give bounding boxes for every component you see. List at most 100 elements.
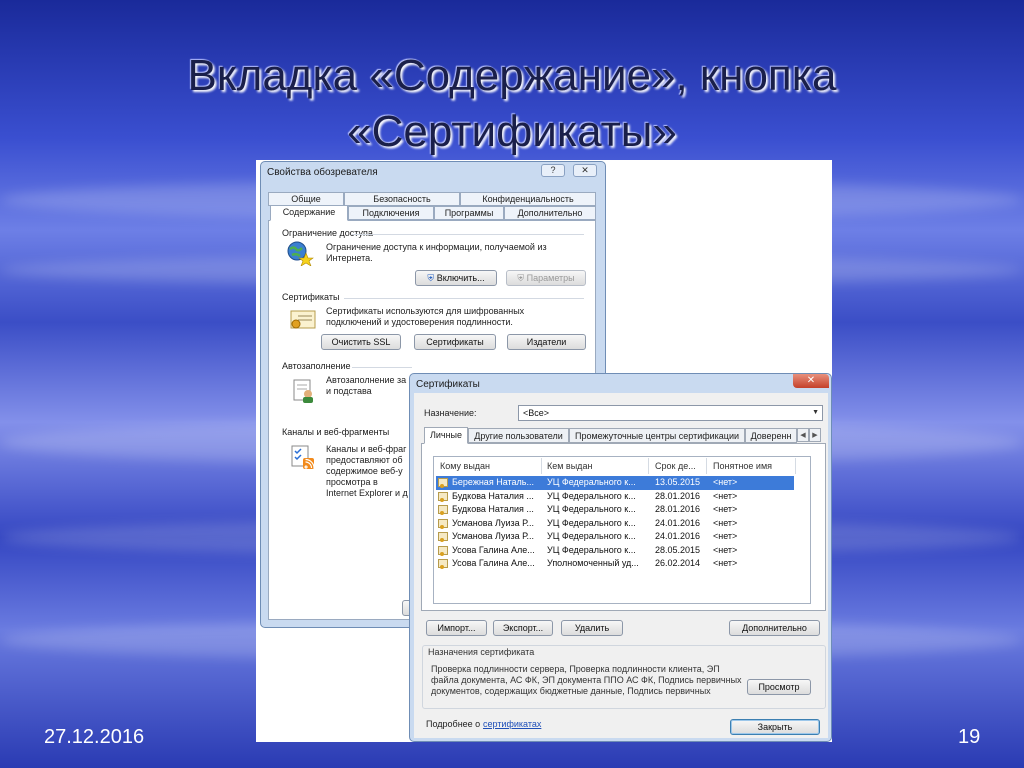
table-row[interactable]: Усманова Луиза Р... УЦ Федерального к... 2… bbox=[436, 517, 794, 531]
feeds-text-line2: предоставляют об bbox=[326, 455, 403, 465]
purposes-heading: Назначения сертификата bbox=[428, 647, 535, 657]
table-row[interactable]: Бережная Наталь... УЦ Федерального к... 13… bbox=[436, 476, 794, 490]
feeds-text-line4: просмотра в bbox=[326, 477, 378, 487]
purpose-label: Назначение: bbox=[424, 408, 477, 418]
table-row[interactable]: Будкова Наталия ... УЦ Федерального к... 2… bbox=[436, 490, 794, 504]
certificates-button[interactable]: Сертификаты bbox=[414, 334, 496, 350]
clear-ssl-button[interactable]: Очистить SSL bbox=[321, 334, 401, 350]
table-row[interactable]: Усова Галина Але... Уполномоченный уд... 2… bbox=[436, 557, 794, 571]
slide-number: 19 bbox=[958, 726, 981, 748]
autofill-text: Автозаполнение за и подстава bbox=[326, 375, 406, 397]
slide-date: 27.12.2016 bbox=[44, 726, 145, 748]
certificate-icon bbox=[290, 310, 316, 329]
tab-scroll-right-icon[interactable]: ▶ bbox=[809, 428, 821, 442]
slide-title: Вкладка «Содержание», кнопка «Сертификат… bbox=[0, 48, 1024, 160]
row-cell-name: <нет> bbox=[713, 490, 738, 501]
row-cell-name: <нет> bbox=[713, 531, 738, 541]
purpose-select-value: <Все> bbox=[523, 408, 550, 418]
row-cell-to: Будкова Наталия ... bbox=[452, 490, 534, 501]
column-friendly-name[interactable]: Понятное имя bbox=[713, 461, 772, 471]
tab-security[interactable]: Безопасность bbox=[344, 192, 460, 206]
column-issued-to[interactable]: Кому выдан bbox=[440, 461, 490, 471]
certificate-icon bbox=[438, 559, 448, 569]
divider bbox=[344, 298, 584, 299]
row-cell-name: <нет> bbox=[713, 477, 738, 487]
view-button[interactable]: Просмотр bbox=[747, 679, 811, 695]
access-text: Ограничение доступа к информации, получа… bbox=[326, 242, 547, 264]
row-cell-by: УЦ Федерального к... bbox=[547, 517, 636, 528]
certificate-icon bbox=[438, 505, 448, 515]
table-row[interactable]: Усова Галина Але... УЦ Федерального к... 2… bbox=[436, 544, 794, 558]
shield-icon: ⛨ bbox=[517, 273, 525, 283]
export-button[interactable]: Экспорт... bbox=[493, 620, 553, 636]
certificates-heading: Сертификаты bbox=[282, 292, 340, 302]
purposes-text-line2: файла документа, АС ФК, ЭП документа ППО… bbox=[431, 675, 742, 685]
close-button[interactable]: ✕ bbox=[793, 374, 829, 388]
purposes-text-line1: Проверка подлинности сервера, Проверка п… bbox=[431, 664, 720, 674]
tab-trusted[interactable]: Доверенн bbox=[745, 428, 797, 443]
row-cell-exp: 28.05.2015 bbox=[655, 544, 701, 555]
certificate-icon bbox=[438, 491, 448, 502]
more-info: Подробнее о bbox=[426, 719, 480, 730]
parameters-button-label: Параметры bbox=[526, 273, 575, 283]
column-separator bbox=[648, 458, 649, 474]
tab-other-people[interactable]: Другие пользователи bbox=[468, 428, 569, 443]
table-row[interactable]: Будкова Наталия ... УЦ Федерального к... 2… bbox=[436, 503, 794, 517]
delete-button[interactable]: Удалить bbox=[561, 620, 623, 636]
column-separator bbox=[706, 458, 707, 474]
parameters-button[interactable]: ⛨ Параметры bbox=[506, 270, 586, 286]
column-separator bbox=[795, 458, 796, 474]
certificates-link[interactable]: сертификатах bbox=[483, 719, 541, 729]
autofill-icon bbox=[293, 379, 313, 403]
row-cell-to: Усманова Луиза Р... bbox=[452, 531, 534, 541]
close-button[interactable]: ✕ bbox=[573, 164, 597, 177]
help-button[interactable]: ? bbox=[541, 164, 565, 177]
tab-programs[interactable]: Программы bbox=[434, 206, 504, 220]
import-button[interactable]: Импорт... bbox=[426, 620, 487, 636]
tab-scroll-left-icon[interactable]: ◀ bbox=[797, 428, 809, 442]
certificates-text-line2: подключений и удостоверения подлинности. bbox=[326, 317, 513, 327]
row-cell-name: <нет> bbox=[713, 504, 738, 514]
feeds-text: Каналы и веб-фраг предоставляют об содер… bbox=[326, 444, 408, 499]
certificate-icon bbox=[438, 545, 448, 556]
tab-content[interactable]: Содержание bbox=[270, 205, 348, 221]
tab-privacy[interactable]: Конфиденциальность bbox=[460, 192, 596, 206]
purpose-select[interactable]: <Все> ▼ bbox=[518, 405, 823, 421]
tab-connections[interactable]: Подключения bbox=[348, 206, 434, 220]
advanced-button[interactable]: Дополнительно bbox=[729, 620, 820, 636]
row-cell-name: <нет> bbox=[713, 517, 738, 528]
more-info-text: Подробнее о bbox=[426, 719, 481, 729]
column-expiration[interactable]: Срок де... bbox=[655, 461, 696, 471]
column-separator bbox=[541, 458, 542, 474]
table-row[interactable]: Усманова Луиза Р... УЦ Федерального к... 2… bbox=[436, 530, 794, 544]
tab-general[interactable]: Общие bbox=[268, 192, 344, 206]
certificate-icon bbox=[438, 478, 448, 488]
feeds-icon bbox=[291, 445, 315, 469]
feeds-text-line5: Internet Explorer и д bbox=[326, 488, 408, 498]
publishers-button[interactable]: Издатели bbox=[507, 334, 586, 350]
chevron-down-icon: ▼ bbox=[812, 409, 819, 416]
row-cell-to: Усова Галина Але... bbox=[452, 544, 535, 555]
close-dialog-button[interactable]: Закрыть bbox=[730, 719, 820, 735]
row-cell-by: УЦ Федерального к... bbox=[547, 544, 636, 555]
certificates-text-line1: Сертификаты используются для шифрованных bbox=[326, 306, 525, 316]
row-cell-to: Усманова Луиза Р... bbox=[452, 517, 534, 528]
row-cell-name: <нет> bbox=[713, 558, 738, 568]
tab-intermediate-cas[interactable]: Промежуточные центры сертификации bbox=[569, 428, 745, 443]
tab-advanced[interactable]: Дополнительно bbox=[504, 206, 596, 220]
feeds-heading: Каналы и веб-фрагменты bbox=[282, 427, 390, 437]
access-text-line2: Интернета. bbox=[326, 253, 373, 263]
purposes-text-line3: документов, содержащих бюджетные данные,… bbox=[431, 686, 711, 696]
purposes-text: Проверка подлинности сервера, Проверка п… bbox=[431, 664, 742, 697]
enable-button[interactable]: ⛨ Включить... bbox=[415, 270, 497, 286]
window-title: Свойства обозревателя bbox=[267, 167, 378, 178]
divider bbox=[352, 367, 412, 368]
row-cell-exp: 28.01.2016 bbox=[655, 504, 701, 514]
column-issued-by[interactable]: Кем выдан bbox=[547, 461, 592, 471]
tab-personal[interactable]: Личные bbox=[424, 427, 468, 444]
divider bbox=[352, 234, 584, 235]
row-cell-by: УЦ Федерального к... bbox=[547, 490, 636, 501]
row-cell-exp: 28.01.2016 bbox=[655, 490, 701, 501]
autofill-text-line2: и подстава bbox=[326, 386, 372, 396]
row-cell-to: Будкова Наталия ... bbox=[452, 504, 534, 514]
